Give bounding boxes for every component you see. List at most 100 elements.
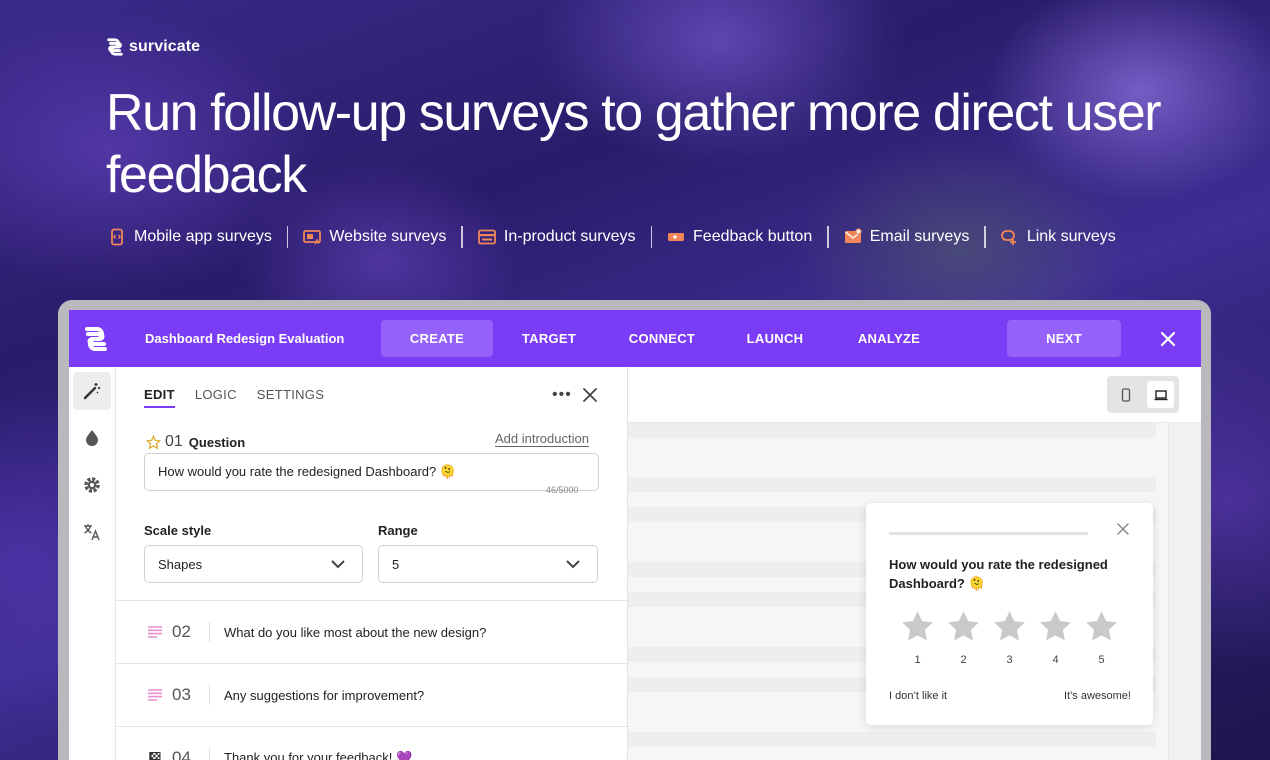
scale-style-label: Scale style bbox=[144, 523, 212, 538]
question-editor: EDIT LOGIC SETTINGS ••• 01 Question Add … bbox=[116, 367, 628, 760]
star-rating: 1 2 3 4 5 bbox=[900, 609, 1119, 666]
device-toggle bbox=[1107, 376, 1179, 413]
channel-website[interactable]: Website surveys bbox=[303, 228, 446, 246]
rating-option[interactable]: 4 bbox=[1038, 609, 1073, 666]
tab-analyze[interactable]: ANALYZE bbox=[833, 320, 945, 357]
question-number: 01 bbox=[165, 433, 183, 450]
placeholder-stripe bbox=[628, 732, 1156, 747]
placeholder-stripe bbox=[628, 423, 1156, 438]
mobile-preview-button[interactable] bbox=[1112, 381, 1139, 408]
preview-toolbar bbox=[628, 367, 1201, 423]
star-icon bbox=[146, 434, 161, 449]
next-button[interactable]: NEXT bbox=[1007, 320, 1121, 357]
rating-value: 4 bbox=[1052, 654, 1059, 666]
rating-option[interactable]: 5 bbox=[1084, 609, 1119, 666]
close-icon[interactable] bbox=[1116, 522, 1130, 536]
text-question-icon bbox=[148, 626, 162, 638]
laptop-icon bbox=[1154, 389, 1167, 400]
star-icon bbox=[948, 611, 979, 641]
divider bbox=[209, 685, 210, 705]
phone-icon bbox=[1121, 387, 1130, 402]
question-text-field[interactable]: How would you rate the redesigned Dashbo… bbox=[144, 453, 599, 491]
divider bbox=[461, 226, 463, 248]
divider bbox=[286, 226, 289, 248]
add-introduction-link[interactable]: Add introduction bbox=[495, 431, 589, 446]
page-headline: Run follow-up surveys to gather more dir… bbox=[106, 84, 1162, 204]
channel-link[interactable]: Link surveys bbox=[1000, 228, 1116, 246]
rating-value: 1 bbox=[914, 654, 921, 666]
survicate-logo-icon bbox=[107, 38, 123, 56]
question-number: 03 bbox=[172, 685, 191, 704]
channel-label: Feedback button bbox=[693, 228, 813, 245]
rail-item-translations[interactable] bbox=[73, 513, 111, 551]
placeholder-stripe bbox=[628, 477, 1156, 492]
tab-connect[interactable]: CONNECT bbox=[606, 320, 718, 357]
survey-popup: How would you rate the redesigned Dashbo… bbox=[866, 503, 1153, 725]
rail-item-edit[interactable] bbox=[73, 372, 111, 410]
progress-bar bbox=[889, 532, 1088, 535]
question-text: Any suggestions for improvement? bbox=[224, 687, 425, 703]
rail-item-theme[interactable] bbox=[73, 419, 111, 457]
question-header: 01 Question bbox=[146, 433, 245, 451]
tab-edit[interactable]: EDIT bbox=[144, 387, 175, 408]
brand-name: survicate bbox=[129, 38, 201, 55]
chevron-down-icon bbox=[566, 560, 580, 569]
placeholder-sidebar bbox=[1168, 423, 1201, 760]
tool-rail bbox=[69, 367, 116, 760]
rating-option[interactable]: 2 bbox=[946, 609, 981, 666]
question-text: What do you like most about the new desi… bbox=[224, 624, 487, 640]
translate-icon bbox=[84, 524, 100, 541]
tab-launch[interactable]: LAUNCH bbox=[719, 320, 831, 357]
drop-icon bbox=[86, 430, 98, 446]
survicate-logo[interactable]: survicate bbox=[106, 38, 200, 56]
question-row[interactable]: 04 Thank you for your feedback! 💜 bbox=[116, 726, 628, 760]
survey-builder-app: Dashboard Redesign Evaluation CREATE TAR… bbox=[69, 310, 1201, 760]
app-logo-icon[interactable] bbox=[83, 326, 109, 352]
gear-icon bbox=[84, 477, 100, 493]
range-select[interactable]: 5 bbox=[378, 545, 598, 583]
low-scale-label: I don’t like it bbox=[889, 690, 948, 702]
mobile-icon bbox=[111, 228, 123, 246]
channel-mobile-app[interactable]: Mobile app surveys bbox=[108, 228, 272, 246]
scale-style-select[interactable]: Shapes bbox=[144, 545, 363, 583]
channel-feedback-button[interactable]: Feedback button bbox=[667, 228, 812, 246]
divider bbox=[984, 226, 986, 248]
rail-item-settings[interactable] bbox=[73, 466, 111, 504]
survey-title: Dashboard Redesign Evaluation bbox=[145, 331, 345, 346]
rating-option[interactable]: 1 bbox=[900, 609, 935, 666]
question-number: 02 bbox=[172, 622, 191, 641]
close-icon[interactable] bbox=[582, 387, 598, 403]
range-value: 5 bbox=[392, 557, 400, 572]
star-icon bbox=[1086, 611, 1117, 641]
tab-target[interactable]: TARGET bbox=[493, 320, 605, 357]
rating-value: 5 bbox=[1098, 654, 1105, 666]
channel-in-product[interactable]: In-product surveys bbox=[478, 228, 636, 246]
editor-tabs: EDIT LOGIC SETTINGS bbox=[144, 387, 324, 408]
channel-label: Website surveys bbox=[329, 228, 447, 245]
in-product-icon bbox=[478, 229, 496, 245]
channel-label: Link surveys bbox=[1026, 228, 1116, 245]
range-label: Range bbox=[378, 523, 418, 538]
high-scale-label: It’s awesome! bbox=[1063, 690, 1131, 702]
tab-logic[interactable]: LOGIC bbox=[195, 387, 237, 408]
divider bbox=[827, 226, 829, 248]
more-options-icon[interactable]: ••• bbox=[552, 387, 572, 403]
tab-create[interactable]: CREATE bbox=[381, 320, 493, 357]
divider bbox=[650, 226, 653, 248]
divider bbox=[209, 622, 210, 642]
close-icon[interactable] bbox=[1159, 330, 1177, 348]
star-icon bbox=[994, 611, 1025, 641]
tab-settings[interactable]: SETTINGS bbox=[257, 387, 324, 408]
desktop-preview-button[interactable] bbox=[1147, 381, 1174, 408]
channel-email[interactable]: Email surveys bbox=[844, 228, 969, 246]
question-row[interactable]: 03 Any suggestions for improvement? bbox=[116, 663, 628, 726]
magic-wand-icon bbox=[83, 383, 100, 400]
scale-style-value: Shapes bbox=[158, 557, 203, 572]
website-icon bbox=[303, 230, 322, 245]
question-row[interactable]: 02 What do you like most about the new d… bbox=[116, 600, 628, 663]
star-icon bbox=[902, 611, 933, 641]
survey-channels: Mobile app surveys Website surveys In-pr… bbox=[108, 226, 1116, 248]
question-label: Question bbox=[188, 434, 246, 450]
feedback-button-icon bbox=[668, 233, 685, 241]
rating-option[interactable]: 3 bbox=[992, 609, 1027, 666]
